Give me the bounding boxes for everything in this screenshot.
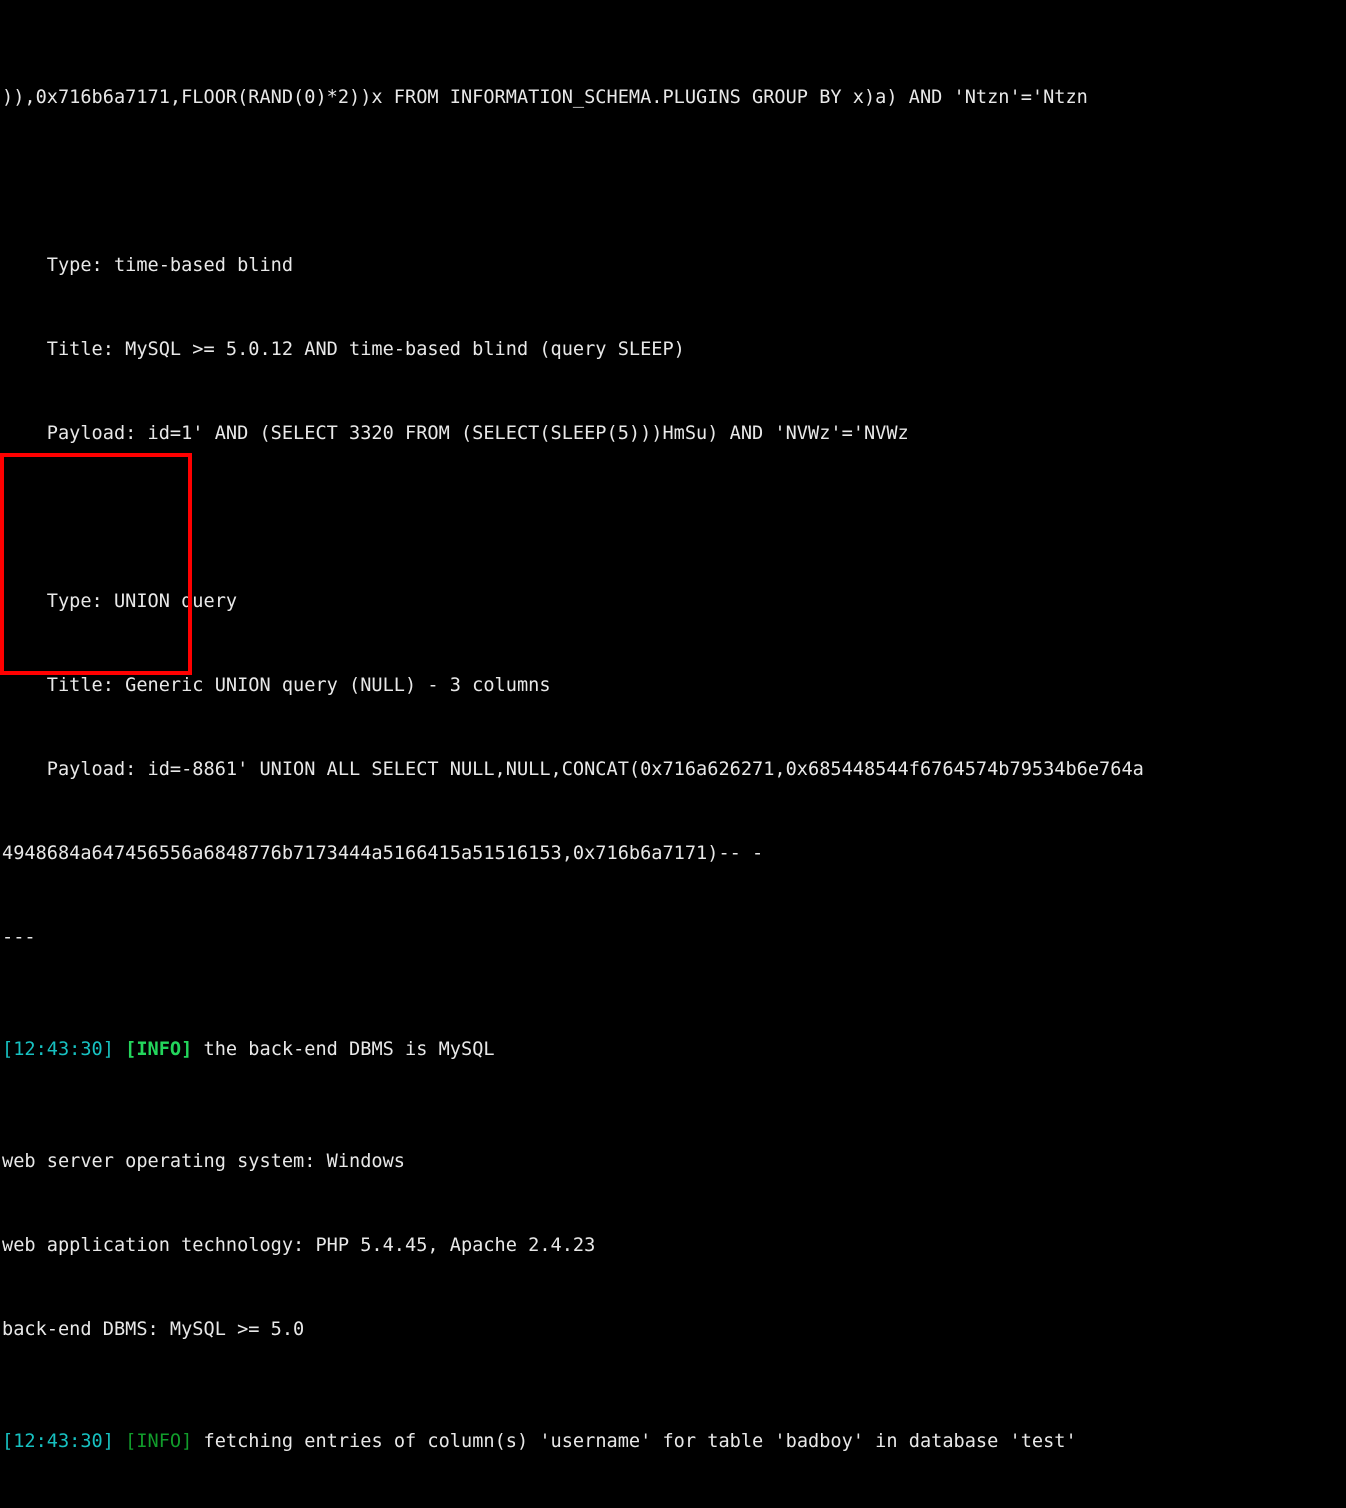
log-timestamp: [12:43:30] xyxy=(2,1431,114,1452)
log-message: the back-end DBMS is MySQL xyxy=(192,1039,495,1060)
technique-payload-union-wrap: 4948684a647456556a6848776b7173444a516641… xyxy=(2,843,764,864)
payload-continuation-line: )),0x716b6a7171,FLOOR(RAND(0)*2))x FROM … xyxy=(2,87,1088,108)
technique-payload-time-based: Payload: id=1' AND (SELECT 3320 FROM (SE… xyxy=(2,423,909,444)
technique-type-time-based: Type: time-based blind xyxy=(2,255,294,276)
technique-title-time-based: Title: MySQL >= 5.0.12 AND time-based bl… xyxy=(2,339,685,360)
fingerprint-back-end-dbms: back-end DBMS: MySQL >= 5.0 xyxy=(2,1319,305,1340)
technique-type-union: Type: UNION query xyxy=(2,591,238,612)
technique-title-union: Title: Generic UNION query (NULL) - 3 co… xyxy=(2,675,551,696)
log-level-badge: [INFO] xyxy=(125,1039,193,1060)
log-timestamp: [12:43:30] xyxy=(2,1039,114,1060)
log-level-badge: [INFO] xyxy=(125,1431,193,1452)
separator-dashes: --- xyxy=(2,927,36,948)
fingerprint-web-app-tech: web application technology: PHP 5.4.45, … xyxy=(2,1235,596,1256)
log-line-dbms-detect: [12:43:30] [INFO] the back-end DBMS is M… xyxy=(0,1036,1346,1064)
technique-payload-union: Payload: id=-8861' UNION ALL SELECT NULL… xyxy=(2,759,1144,780)
terminal-output: )),0x716b6a7171,FLOOR(RAND(0)*2))x FROM … xyxy=(0,0,1346,1508)
terminal-window[interactable]: )),0x716b6a7171,FLOOR(RAND(0)*2))x FROM … xyxy=(0,0,1346,1452)
log-message: fetching entries of column(s) 'username'… xyxy=(192,1431,1077,1452)
log-line-fetching-entries: [12:43:30] [INFO] fetching entries of co… xyxy=(0,1428,1346,1456)
fingerprint-web-server-os: web server operating system: Windows xyxy=(2,1151,405,1172)
